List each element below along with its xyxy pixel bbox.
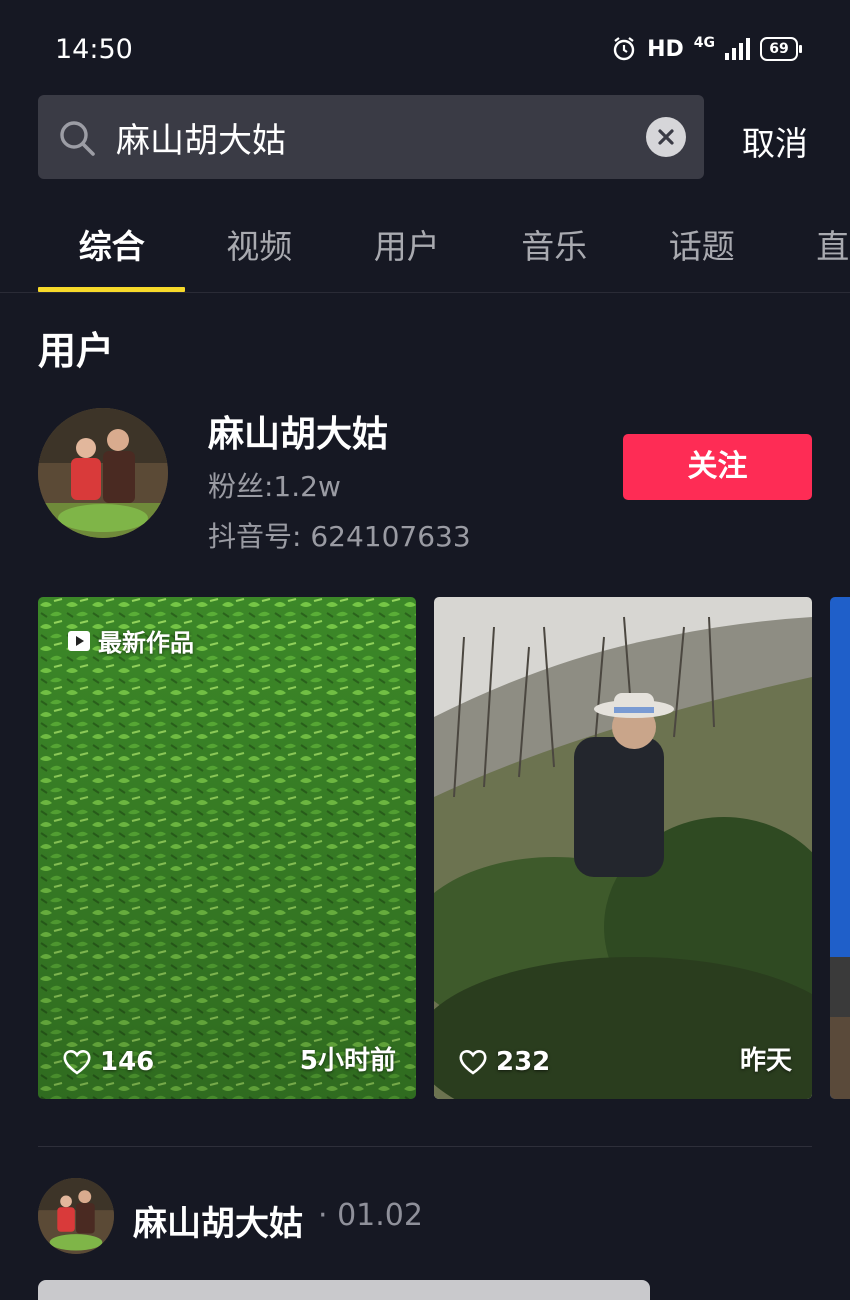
- video-time: 昨天: [740, 1040, 792, 1077]
- hd-indicator: HD: [647, 37, 684, 62]
- tab-all[interactable]: 综合: [38, 220, 186, 268]
- video-likes: 232: [458, 1047, 550, 1077]
- user-fans: 粉丝:1.2w: [208, 465, 341, 505]
- user-douyin-id: 抖音号: 624107633: [208, 515, 471, 555]
- video-thumbnail[interactable]: 232 昨天: [434, 597, 812, 1099]
- heart-icon: [458, 1048, 488, 1076]
- tab-users[interactable]: 用户: [333, 220, 481, 268]
- video-time: 5小时前: [300, 1040, 396, 1077]
- post-media-preview[interactable]: [38, 1280, 650, 1300]
- cancel-button[interactable]: 取消: [742, 117, 808, 165]
- battery-icon: 69: [760, 37, 798, 61]
- section-divider: [38, 1146, 812, 1147]
- post-author-avatar[interactable]: [38, 1178, 114, 1254]
- user-avatar[interactable]: [38, 408, 168, 538]
- alarm-icon: [611, 36, 637, 62]
- tab-live[interactable]: 直播: [776, 220, 850, 268]
- search-input[interactable]: [116, 113, 636, 161]
- section-title-users: 用户: [38, 320, 114, 375]
- heart-icon: [62, 1048, 92, 1076]
- clear-icon: [657, 128, 675, 146]
- post-date: · 01.02: [318, 1198, 423, 1233]
- tab-music[interactable]: 音乐: [481, 220, 629, 268]
- post-author-name[interactable]: 麻山胡大姑: [133, 1196, 303, 1245]
- video-thumbnail-partial[interactable]: [830, 597, 850, 1099]
- status-icons: HD 4G 69: [611, 36, 798, 62]
- tab-topics[interactable]: 话题: [628, 220, 776, 268]
- tab-videos[interactable]: 视频: [186, 220, 334, 268]
- tab-bar: 综合 视频 用户 音乐 话题 直播: [38, 220, 850, 268]
- clear-search-button[interactable]: [646, 117, 686, 157]
- network-type: 4G: [694, 35, 715, 51]
- status-time: 14:50: [55, 34, 133, 65]
- user-name[interactable]: 麻山胡大姑: [208, 405, 388, 457]
- video-thumbnail[interactable]: 最新作品 146 5小时前: [38, 597, 416, 1099]
- video-likes: 146: [62, 1047, 154, 1077]
- play-badge-icon: [68, 631, 90, 651]
- latest-work-badge: 最新作品: [68, 623, 194, 658]
- follow-button[interactable]: 关注: [623, 434, 812, 500]
- search-icon: [58, 119, 96, 157]
- tabs-divider: [0, 292, 850, 293]
- signal-icon: [725, 38, 750, 60]
